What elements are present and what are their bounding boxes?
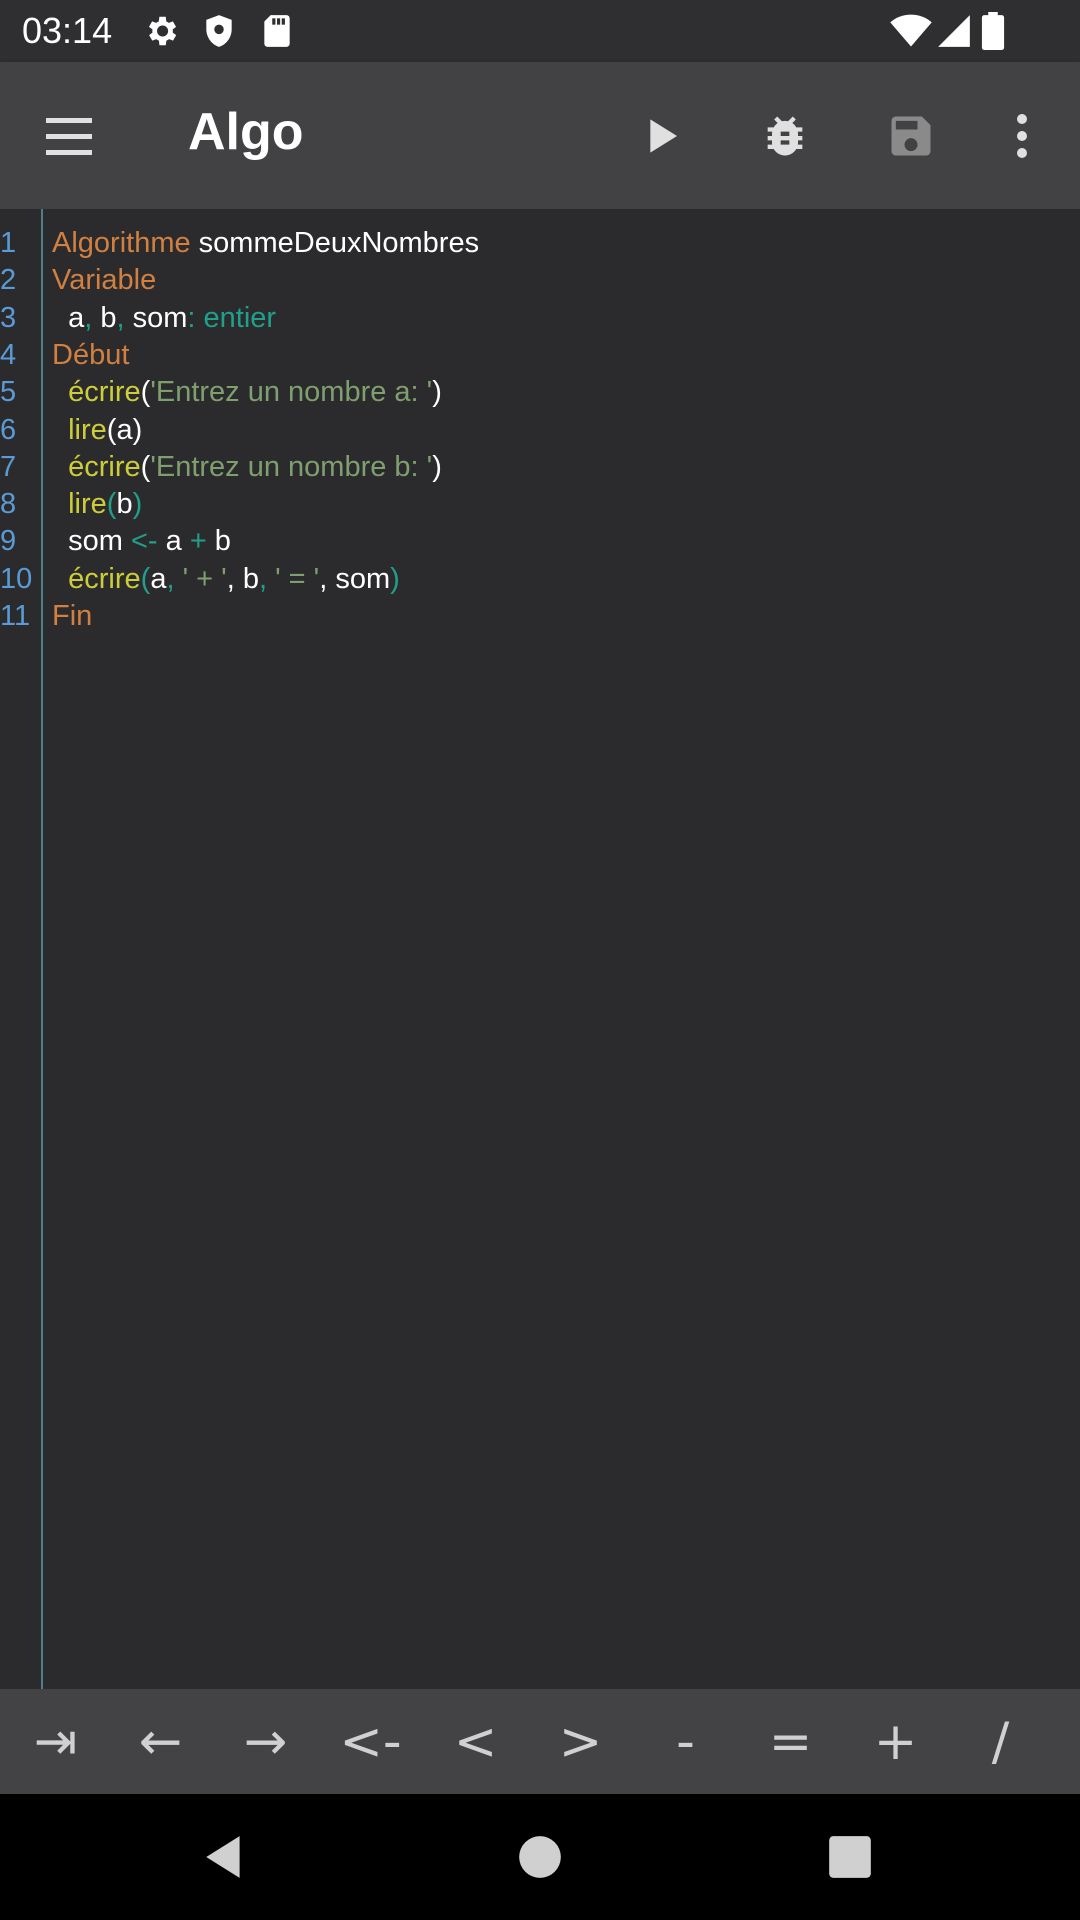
status-time: 03:14: [22, 10, 113, 51]
symbol-key[interactable]: >: [528, 1689, 633, 1794]
gear-icon: [142, 12, 180, 50]
code-token: écrire: [52, 562, 141, 595]
app-bar: Algo: [0, 62, 1080, 209]
symbol-key[interactable]: -: [633, 1689, 738, 1794]
menu-icon[interactable]: [40, 112, 98, 162]
code-token: ,: [166, 562, 183, 595]
symbol-key[interactable]: =: [738, 1689, 843, 1794]
code-token: ): [432, 450, 442, 483]
code-token: Fin: [52, 600, 93, 632]
code-token: <-: [130, 525, 158, 558]
recents-icon[interactable]: [825, 1832, 875, 1882]
line-number: 1: [0, 227, 17, 259]
more-icon[interactable]: [986, 100, 1058, 172]
code-token: écrire: [52, 450, 141, 483]
symbol-key[interactable]: ⇥: [3, 1689, 108, 1794]
signal-icon: [935, 12, 973, 50]
status-bar: 03:14: [0, 0, 1080, 62]
code-token: ' + ': [182, 562, 227, 595]
code-token: sommeDeuxNombres: [190, 227, 480, 259]
symbol-key[interactable]: →: [213, 1689, 318, 1794]
line-number: 5: [0, 376, 17, 409]
code-token: +: [189, 525, 207, 558]
code-text: Début: [52, 337, 129, 374]
line-number: 8: [0, 488, 17, 521]
code-token: entier: [203, 301, 277, 334]
code-token: ' = ': [275, 562, 320, 595]
code-token: ): [132, 488, 143, 521]
code-token: a: [52, 301, 85, 334]
wifi-icon: [890, 12, 932, 50]
code-token: :: [187, 301, 204, 334]
symbol-key[interactable]: <-: [318, 1689, 423, 1794]
code-editor[interactable]: 1 Algorithme sommeDeuxNombres 2 Variable 3 a…: [0, 209, 1080, 1689]
line-number: 10: [0, 562, 33, 595]
code-token: lire: [52, 413, 107, 446]
code-token: ,: [116, 301, 125, 334]
code-text: écrire(a, ' + ', b, ' = ', som): [52, 561, 400, 598]
line-number: 4: [0, 338, 17, 371]
code-text: lire(a): [52, 412, 142, 449]
code-token: ): [432, 376, 442, 409]
code-token: b: [206, 525, 231, 558]
code-token: Variable: [52, 264, 157, 297]
line-number: 11: [0, 600, 31, 632]
sdcard-icon: [258, 12, 296, 50]
back-icon[interactable]: [200, 1832, 250, 1882]
code-token: Début: [52, 338, 130, 371]
code-text: Fin: [52, 598, 92, 635]
code-token: (: [140, 562, 151, 595]
debug-icon[interactable]: [749, 100, 821, 172]
code-token: (: [140, 376, 151, 409]
navigation-bar: [0, 1794, 1080, 1920]
code-text: som <- a + b: [52, 523, 231, 560]
code-token: ,: [258, 562, 276, 595]
symbol-key[interactable]: <: [423, 1689, 528, 1794]
code-token: Algorithme: [52, 227, 191, 259]
code-token: b: [116, 488, 133, 521]
code-token: ): [390, 562, 400, 595]
code-token: (a): [106, 413, 143, 446]
symbol-key[interactable]: ←: [108, 1689, 213, 1794]
run-icon[interactable]: [626, 100, 698, 172]
code-token: a: [150, 562, 167, 595]
code-token: som: [124, 301, 188, 334]
code-text: écrire('Entrez un nombre a: '): [52, 374, 442, 411]
symbol-keybar: ⇥ ← → <- < > - = + /: [0, 1689, 1080, 1794]
code-token: som: [52, 525, 131, 558]
code-token: 'Entrez un nombre b: ': [150, 450, 433, 483]
line-number: 9: [0, 525, 17, 558]
code-text: a, b, som: entier: [52, 300, 276, 337]
line-number: 7: [0, 450, 17, 483]
symbol-key[interactable]: /: [948, 1689, 1053, 1794]
code-token: , som: [319, 562, 391, 595]
line-number: 3: [0, 301, 17, 334]
code-token: lire: [52, 488, 107, 521]
home-icon[interactable]: [515, 1832, 565, 1882]
gutter-divider: [41, 209, 43, 1689]
code-text: écrire('Entrez un nombre b: '): [52, 449, 442, 486]
code-text: lire(b): [52, 486, 142, 523]
save-icon[interactable]: [875, 100, 947, 172]
code-text: Algorithme sommeDeuxNombres: [52, 225, 479, 262]
code-text: Variable: [52, 262, 156, 299]
app-title: Algo: [188, 103, 304, 161]
symbol-key[interactable]: +: [843, 1689, 948, 1794]
code-token: 'Entrez un nombre a: ': [150, 376, 433, 409]
line-number: 6: [0, 413, 17, 446]
code-token: a: [157, 525, 190, 558]
line-number: 2: [0, 264, 17, 297]
shield-icon: [200, 12, 238, 50]
code-token: écrire: [52, 376, 141, 409]
code-token: , b: [226, 562, 259, 595]
code-token: (: [140, 450, 151, 483]
battery-icon: [980, 12, 1006, 50]
code-token: b: [92, 301, 117, 334]
